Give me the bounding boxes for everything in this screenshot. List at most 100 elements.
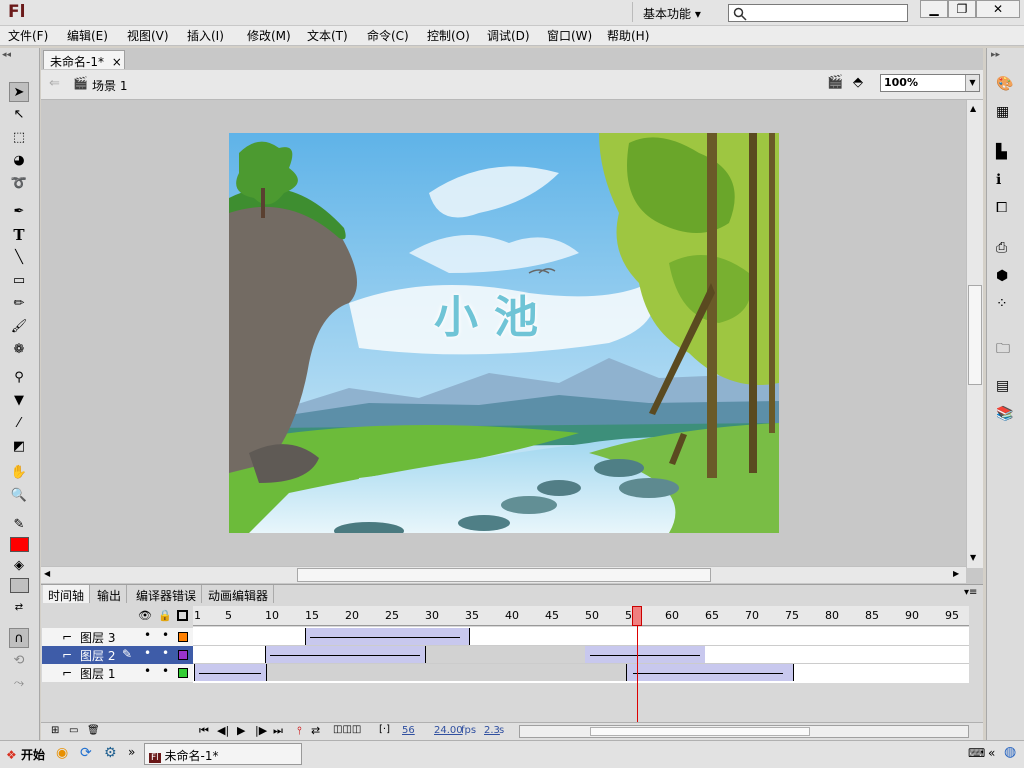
minimize-button[interactable]: ▁ xyxy=(920,0,948,18)
browser-icon[interactable]: ⟳ xyxy=(80,745,92,761)
eraser-tool-icon[interactable]: ◩ xyxy=(9,437,29,457)
lock-icon[interactable]: 🔒 xyxy=(158,609,172,622)
chrome-icon[interactable]: ◉ xyxy=(56,745,68,761)
hscroll-thumb[interactable] xyxy=(297,568,711,582)
chevron-down-icon[interactable]: ▼ xyxy=(965,75,979,91)
step-forward-icon[interactable]: |▶ xyxy=(255,724,267,737)
stage-canvas[interactable]: 小池 xyxy=(229,133,779,533)
timeline-scroll-thumb[interactable] xyxy=(590,727,810,736)
lock-dot[interactable]: • xyxy=(162,646,169,660)
tray-expand-icon[interactable]: « xyxy=(988,746,995,760)
edit-symbols-icon[interactable]: ⬘ xyxy=(853,75,863,90)
fill-color-swatch[interactable] xyxy=(10,578,29,593)
outline-color-swatch[interactable] xyxy=(178,632,188,642)
step-back-icon[interactable]: ◀| xyxy=(217,724,229,737)
vertical-scrollbar[interactable]: ▲ ▼ xyxy=(966,100,983,568)
3d-rotation-tool-icon[interactable]: ◕ xyxy=(9,151,29,171)
restore-button[interactable]: ❐ xyxy=(948,0,976,18)
start-button[interactable]: ❖ 开始 xyxy=(2,743,50,765)
visibility-dot[interactable]: • xyxy=(144,646,151,660)
document-tab[interactable]: 未命名-1* × xyxy=(43,50,125,69)
first-frame-icon[interactable]: ⏮ xyxy=(199,724,209,738)
menu-edit[interactable]: 编辑(E) xyxy=(67,27,108,44)
swap-colors-icon[interactable]: ⇄ xyxy=(9,598,29,618)
line-tool-icon[interactable]: ╲ xyxy=(9,248,29,268)
new-layer-icon[interactable]: ⊞ xyxy=(51,725,59,736)
fill-color-icon[interactable]: ◈ xyxy=(9,556,29,576)
time-value[interactable]: 2.3 xyxy=(484,725,500,736)
static-frames[interactable] xyxy=(425,646,585,663)
menu-insert[interactable]: 插入(I) xyxy=(187,27,224,44)
properties-icon[interactable]: ▤ xyxy=(996,378,1016,398)
settings-icon[interactable]: ⚙ xyxy=(104,745,117,761)
close-button[interactable]: ✕ xyxy=(976,0,1020,18)
motion-presets-icon[interactable]: ⁘ xyxy=(996,296,1016,316)
delete-layer-icon[interactable]: 🗑 xyxy=(87,725,100,736)
free-transform-tool-icon[interactable]: ⬚ xyxy=(9,128,29,148)
menu-text[interactable]: 文本(T) xyxy=(307,27,348,44)
text-tool-icon[interactable]: T xyxy=(9,225,29,245)
lasso-tool-icon[interactable]: ➰ xyxy=(9,174,29,194)
menu-modify[interactable]: 修改(M) xyxy=(247,27,291,44)
align-icon[interactable]: ▙ xyxy=(996,144,1016,164)
smooth-icon[interactable]: ⟲ xyxy=(9,651,29,671)
zoom-select[interactable]: 100% ▼ xyxy=(880,74,980,92)
edit-scene-icon[interactable]: 🎬 xyxy=(827,75,843,90)
layer-row[interactable]: ⌐ 图层 1 • • xyxy=(42,664,193,682)
menu-window[interactable]: 窗口(W) xyxy=(547,27,592,44)
library-icon[interactable]: 📚 xyxy=(996,406,1016,426)
zoom-tool-icon[interactable]: 🔍 xyxy=(9,486,29,506)
selection-tool-icon[interactable]: ➤ xyxy=(9,82,29,102)
fps-value[interactable]: 24.00 xyxy=(434,725,463,736)
collapse-icon[interactable]: ◂◂ xyxy=(2,50,11,60)
pencil-tool-icon[interactable]: ✏ xyxy=(9,294,29,314)
more-launchers-icon[interactable]: » xyxy=(128,745,135,759)
menu-control[interactable]: 控制(O) xyxy=(427,27,470,44)
tab-compiler-errors[interactable]: 编译器错误 xyxy=(131,585,203,603)
layer-row[interactable]: ⌐ 图层 3 • • xyxy=(42,628,193,646)
loop-icon[interactable]: ⇄ xyxy=(311,724,320,737)
outline-icon[interactable] xyxy=(177,610,188,621)
eye-icon[interactable]: 👁 xyxy=(138,609,152,622)
help-search-input[interactable] xyxy=(728,4,908,22)
paint-bucket-tool-icon[interactable]: ▼ xyxy=(9,391,29,411)
back-arrow-icon[interactable]: ⇐ xyxy=(49,76,60,91)
outline-color-swatch[interactable] xyxy=(178,650,188,660)
hand-tool-icon[interactable]: ✋ xyxy=(9,463,29,483)
scroll-down-arrow-icon[interactable]: ▼ xyxy=(970,553,976,562)
swatches-icon[interactable]: ▦ xyxy=(996,104,1016,124)
network-icon[interactable]: ◍ xyxy=(1004,744,1016,760)
playhead-handle[interactable] xyxy=(632,606,642,626)
lock-dot[interactable]: • xyxy=(162,664,169,678)
lock-dot[interactable]: • xyxy=(162,628,169,642)
timeline-hscrollbar[interactable] xyxy=(519,725,969,738)
stroke-color-icon[interactable]: ✎ xyxy=(9,515,29,535)
panel-menu-icon[interactable]: ▾≡ xyxy=(964,587,977,598)
scroll-left-arrow-icon[interactable]: ◀ xyxy=(44,569,50,578)
components-icon[interactable]: ⬢ xyxy=(996,268,1016,288)
menu-help[interactable]: 帮助(H) xyxy=(607,27,649,44)
taskbar-item-flash[interactable]: Fl 未命名-1* xyxy=(144,743,302,765)
layer-row-selected[interactable]: ⌐ 图层 2 ✎ • • xyxy=(42,646,193,664)
pen-tool-icon[interactable]: ✒ xyxy=(9,202,29,222)
play-icon[interactable]: ▶ xyxy=(237,724,245,737)
menu-view[interactable]: 视图(V) xyxy=(127,27,169,44)
center-frame-icon[interactable]: ⫯ xyxy=(297,724,302,738)
code-snippets-icon[interactable]: ⎙ xyxy=(996,240,1016,260)
keyboard-icon[interactable]: ⌨ xyxy=(968,746,985,760)
outline-color-swatch[interactable] xyxy=(178,668,188,678)
eyedropper-tool-icon[interactable]: ⁄ xyxy=(9,414,29,434)
layer-name[interactable]: 图层 3 xyxy=(80,629,115,646)
menu-debug[interactable]: 调试(D) xyxy=(487,27,530,44)
frame-grid[interactable] xyxy=(193,627,969,683)
scroll-thumb[interactable] xyxy=(968,285,982,385)
bone-tool-icon[interactable]: ⚲ xyxy=(9,368,29,388)
snap-magnet-icon[interactable]: ∩ xyxy=(9,628,29,648)
menu-commands[interactable]: 命令(C) xyxy=(367,27,409,44)
last-frame-icon[interactable]: ⏭ xyxy=(273,724,283,738)
horizontal-scrollbar[interactable]: ◀ ▶ xyxy=(41,566,966,583)
static-frames[interactable] xyxy=(266,664,626,681)
scene-label[interactable]: 场景 1 xyxy=(92,77,127,94)
current-frame-value[interactable]: 56 xyxy=(402,725,415,736)
onion-skin-icon[interactable]: ◫◫◫ xyxy=(333,724,361,735)
